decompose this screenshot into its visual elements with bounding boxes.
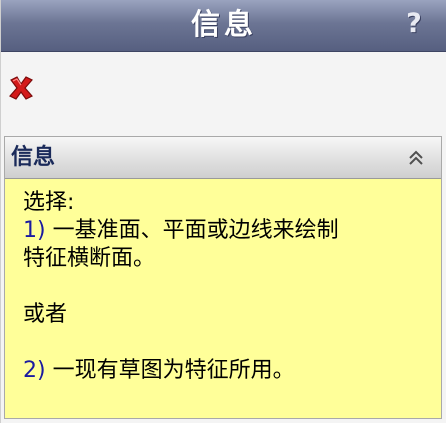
help-icon[interactable]: ? <box>401 6 427 42</box>
message-line-option-1: 1) 一基准面、平面或边线来绘制 <box>23 217 431 245</box>
toolbar <box>1 52 446 124</box>
option-text-1: 一基准面、平面或边线来绘制 <box>45 218 339 243</box>
message-text: 选择: 1) 一基准面、平面或边线来绘制 特征横断面。 或者 2) 一现有草图为… <box>5 179 441 418</box>
message-line-option-2: 2) 一现有草图为特征所用。 <box>23 357 431 385</box>
property-manager-window: 信息 ? 信息 选择: 1) 一基准面、平面或边线来绘制 特征横断面。 或者 2… <box>0 0 446 423</box>
window-title: 信息 <box>190 7 257 41</box>
message-line-or: 或者 <box>23 302 68 327</box>
option-number-1: 1) <box>23 218 46 243</box>
message-line-select: 选择: <box>23 190 75 215</box>
message-panel-header[interactable]: 信息 <box>5 137 441 179</box>
message-panel: 信息 选择: 1) 一基准面、平面或边线来绘制 特征横断面。 或者 2) 一现有… <box>4 136 442 419</box>
title-bar: 信息 ? <box>1 0 446 52</box>
message-line-continuation: 特征横断面。 <box>23 246 156 271</box>
option-text-2: 一现有草图为特征所用。 <box>45 358 295 383</box>
option-number-2: 2) <box>23 358 46 383</box>
close-icon[interactable] <box>7 74 35 102</box>
panel-title: 信息 <box>11 145 56 170</box>
double-chevron-up-icon[interactable] <box>405 147 427 169</box>
